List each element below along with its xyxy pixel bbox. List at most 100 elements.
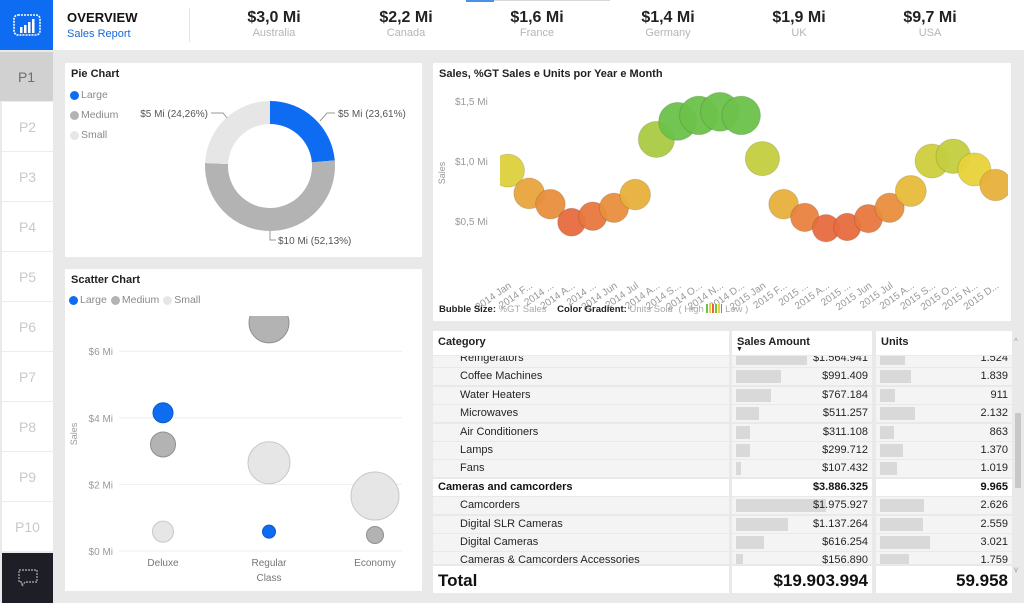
sales-value: $3.886.325 xyxy=(812,480,868,493)
scroll-up-icon[interactable]: ^ xyxy=(1014,337,1018,346)
scatter-point-medium[interactable] xyxy=(366,526,384,545)
y-tick-label: $0,5 Mi xyxy=(455,217,488,228)
scatter-point-small[interactable] xyxy=(247,441,291,485)
donut-slice-small[interactable] xyxy=(205,101,270,165)
total-sales: $19.903.994 xyxy=(773,571,868,590)
y-tick-label: $2 Mi xyxy=(89,480,113,491)
bubble-chart-footer: Bubble Size: %GT Sales Color Gradient: U… xyxy=(439,304,748,315)
table-row-category[interactable]: Cameras and camcorders xyxy=(433,478,729,496)
table-cell-sales: $511.257 xyxy=(732,405,872,423)
comments-button[interactable] xyxy=(2,553,53,603)
gradient-swatch xyxy=(706,304,723,313)
table-cell-sales: $311.108 xyxy=(732,423,872,441)
table-row-category[interactable]: Microwaves xyxy=(433,405,729,423)
kpi-label: UK xyxy=(791,27,807,39)
units-value: 2.626 xyxy=(980,499,1008,512)
leader-line xyxy=(269,231,276,241)
donut-slice-medium[interactable] xyxy=(205,160,335,231)
table-row-category[interactable]: Air Conditioners xyxy=(433,423,729,441)
category-label: Lamps xyxy=(460,444,494,456)
total-units-cell: 59.958 xyxy=(876,566,1012,593)
column-header-category[interactable]: Category xyxy=(433,331,729,355)
table-body: Refrigerators $1.564.941 1.524 Coffee Machi… xyxy=(433,356,1013,564)
table-scrollbar[interactable]: ^ v xyxy=(1013,331,1023,593)
scatter-point-small[interactable] xyxy=(350,471,400,521)
table-row-category[interactable]: Refrigerators xyxy=(433,356,729,367)
scroll-down-icon[interactable]: v xyxy=(1014,565,1018,574)
page-tab-p2[interactable]: P2 xyxy=(2,102,53,152)
kpi-label: Australia xyxy=(252,27,296,39)
bubble-point[interactable] xyxy=(979,168,1011,202)
sales-value: $616.254 xyxy=(822,536,868,548)
page-tab-p3[interactable]: P3 xyxy=(2,152,53,202)
category-label: Fans xyxy=(460,462,485,475)
color-gradient-label: Color Gradient: xyxy=(557,304,627,315)
comment-icon xyxy=(17,569,38,588)
scatter-point-small[interactable] xyxy=(152,520,174,543)
bubble-point[interactable] xyxy=(744,140,781,177)
total-label: Total xyxy=(438,571,478,590)
page-tab-p8[interactable]: P8 xyxy=(2,402,53,452)
table-row-category[interactable]: Cameras & Camcorders Accessories xyxy=(433,552,729,564)
bubble-point[interactable] xyxy=(619,178,652,211)
y-tick-label: $1,0 Mi xyxy=(455,157,488,168)
sales-value: $156.890 xyxy=(822,554,868,564)
units-value: 2.132 xyxy=(980,407,1008,420)
leader-line xyxy=(319,112,335,122)
data-bar-sales xyxy=(736,554,743,564)
kpi-label: Canada xyxy=(386,27,426,39)
scatter-point-large[interactable] xyxy=(152,402,174,424)
data-bar-sales xyxy=(736,444,750,457)
kpi-card: $9,7 Mi USA xyxy=(875,9,985,39)
table-row-category[interactable]: Camcorders xyxy=(433,497,729,515)
page-tab-p1[interactable]: P1 xyxy=(0,52,53,102)
bubble-point[interactable] xyxy=(894,175,927,207)
scatter-point-large[interactable] xyxy=(262,524,276,539)
table-cell-units: 2.132 xyxy=(876,405,1012,423)
table-cell-sales: $1.975.927 xyxy=(732,497,872,515)
table-row-category[interactable]: Fans xyxy=(433,460,729,478)
table-cell-sales: $1.137.264 xyxy=(732,515,872,533)
sales-value: $107.432 xyxy=(822,462,868,475)
sales-matrix-table: Category Sales Amount ▼ Units Refrigerat… xyxy=(433,331,1023,594)
units-value: 1.524 xyxy=(980,356,1008,364)
table-cell-sales: $156.890 xyxy=(732,552,872,564)
table-row-category[interactable]: Coffee Machines xyxy=(433,368,729,386)
page-tab-p10[interactable]: P10 xyxy=(2,502,53,552)
leader-line xyxy=(211,112,228,119)
table-row-category[interactable]: Digital Cameras xyxy=(433,534,729,551)
page-tab-p6[interactable]: P6 xyxy=(2,302,53,352)
kpi-label: USA xyxy=(918,27,942,39)
scatter-point-medium[interactable] xyxy=(150,431,176,458)
sales-value: $511.257 xyxy=(822,407,868,420)
kpi-card: $1,6 Mi France xyxy=(482,9,592,39)
data-bar-sales xyxy=(736,517,788,531)
page-tab-p9[interactable]: P9 xyxy=(2,452,53,502)
data-bar-units xyxy=(880,388,895,402)
table-row-category[interactable]: Digital SLR Cameras xyxy=(433,515,729,533)
table-cell-sales: $991.409 xyxy=(732,368,872,386)
y-tick-label: $6 Mi xyxy=(89,347,113,358)
sales-value: $299.712 xyxy=(822,444,868,456)
page-tab-p5[interactable]: P5 xyxy=(2,252,53,302)
page-tab-p7[interactable]: P7 xyxy=(2,352,53,402)
bubble-point[interactable] xyxy=(721,95,761,136)
column-header-sales-amount[interactable]: Sales Amount ▼ xyxy=(732,331,872,355)
color-gradient-value: Units Sold xyxy=(629,304,673,315)
data-bar-units xyxy=(880,462,897,476)
data-bar-units xyxy=(880,370,911,384)
scatter-plot: $0 Mi $2 Mi $4 Mi $6 Mi Sales Deluxe Regular Ec… xyxy=(69,303,402,584)
table-row-category[interactable]: Lamps xyxy=(433,442,729,459)
x-axis-label: Class xyxy=(256,573,281,584)
data-bar-sales xyxy=(736,388,771,402)
column-header-units[interactable]: Units xyxy=(876,331,1012,355)
scrollbar-thumb[interactable] xyxy=(1015,413,1021,488)
kpi-value: $3,0 Mi xyxy=(247,9,301,26)
table-row-category[interactable]: Water Heaters xyxy=(433,386,729,404)
power-bi-logo[interactable] xyxy=(0,0,53,50)
donut-slice-large[interactable] xyxy=(270,101,335,163)
table-cell-units: 3.021 xyxy=(876,534,1012,551)
page-tab-p4[interactable]: P4 xyxy=(2,202,53,252)
table-cell-sales: $1.564.941 xyxy=(732,356,872,367)
scatter-point-medium[interactable] xyxy=(248,303,290,344)
